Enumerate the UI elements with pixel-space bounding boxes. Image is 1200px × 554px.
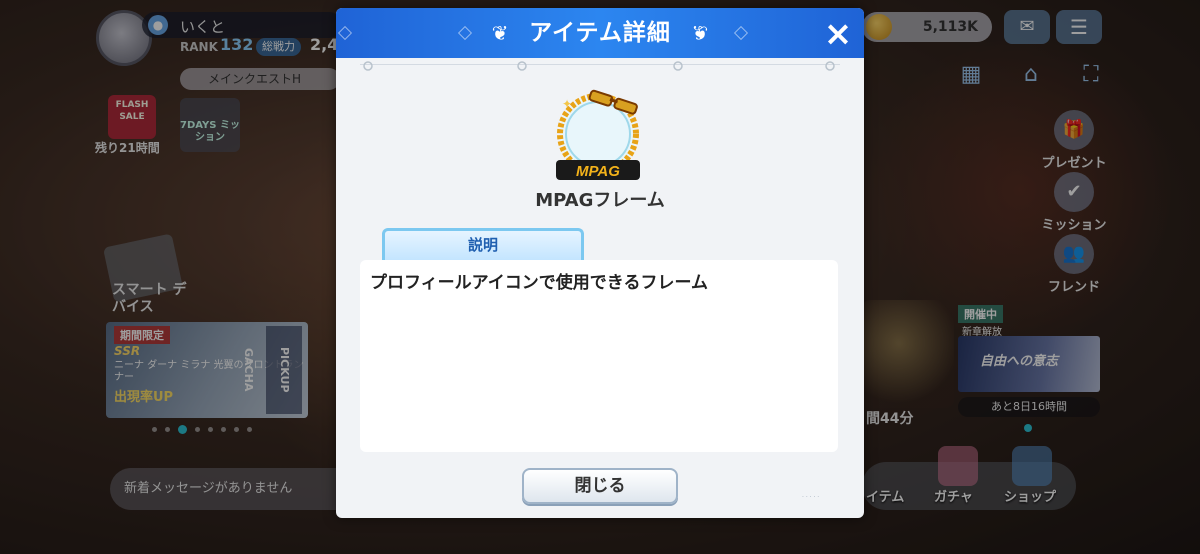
mpag-logo-text: MPAG (576, 163, 620, 180)
svg-text:✦: ✦ (562, 97, 572, 111)
close-icon[interactable]: × (818, 14, 858, 54)
description-text: プロフィールアイコンで使用できるフレーム (370, 273, 708, 293)
right-wing-icon: ❦ (691, 21, 709, 45)
pin-icon (825, 61, 835, 71)
description-box: プロフィールアイコンで使用できるフレーム (360, 260, 838, 452)
dialog-title: アイテム詳細 (529, 20, 671, 46)
copyright-mark: · · · · · (802, 494, 820, 501)
item-name: MPAGフレーム (535, 190, 665, 211)
tab-description[interactable]: 説明 (382, 228, 584, 264)
close-button[interactable]: 閉じる (522, 468, 678, 504)
pin-icon (673, 61, 683, 71)
pin-icon (363, 61, 373, 71)
pin-icon (517, 61, 527, 71)
mpag-frame-icon: ✦ MPAG (556, 89, 640, 180)
divider (360, 64, 840, 65)
item-detail-dialog: ❦ アイテム詳細 ❦ × ✦ MPAG MPAGフレーム 説明 プロフィールアイ… (336, 8, 864, 518)
